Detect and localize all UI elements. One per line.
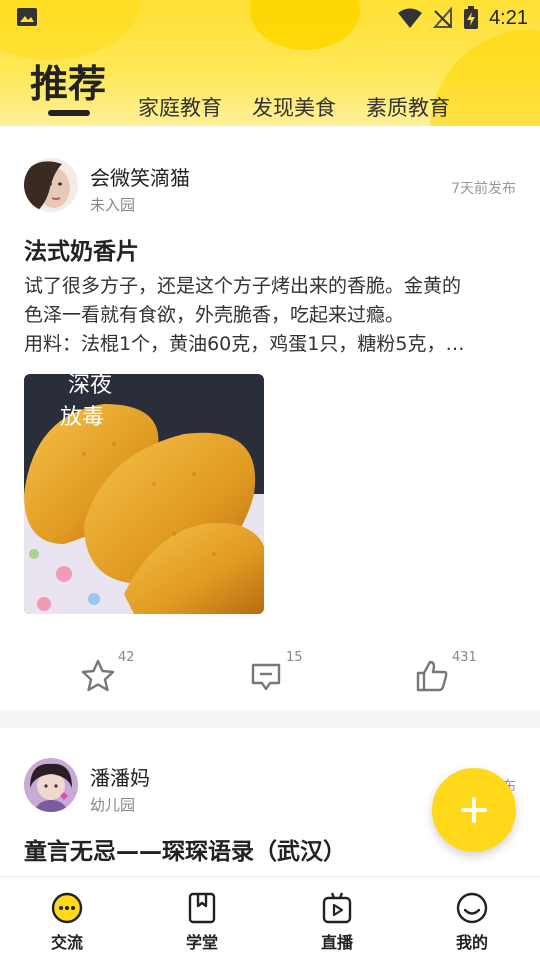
post-body-line: 用料：法棍1个，黄油60克，鸡蛋1只，糖粉5克，… <box>24 333 465 355</box>
like-count: 431 <box>452 650 477 665</box>
add-post-button[interactable] <box>432 768 516 852</box>
star-icon <box>81 659 115 692</box>
status-bar: 4:21 <box>0 0 540 36</box>
author-subtitle: 幼儿园 <box>90 796 136 814</box>
post-body-line: 试了很多方子，还是这个方子烤出来的香脆。金黄的 <box>24 275 462 297</box>
author-name[interactable]: 会微笑滴猫 <box>90 162 190 191</box>
thumbs-up-icon <box>416 660 448 692</box>
post-photo[interactable]: 深夜 放毒 <box>24 374 264 614</box>
author-subtitle: 未入园 <box>90 196 136 214</box>
tab-recommend[interactable]: 推荐 <box>30 56 106 108</box>
nav-item-live[interactable]: 直播 <box>297 891 377 957</box>
tab-quality-education[interactable]: 素质教育 <box>366 70 450 122</box>
avatar[interactable] <box>24 158 78 212</box>
category-tabs: 推荐 家庭教育 发现美食 素质教育 <box>0 56 540 120</box>
tab-discover-food[interactable]: 发现美食 <box>252 70 336 122</box>
book-icon <box>188 892 216 924</box>
status-time: 4:21 <box>489 6 528 29</box>
gallery-notification-icon <box>17 8 37 26</box>
nav-item-school[interactable]: 学堂 <box>162 891 242 957</box>
nav-label: 直播 <box>320 933 353 952</box>
wifi-icon <box>398 8 423 28</box>
post-actions: 42 15 431 <box>0 646 540 706</box>
battery-charging-icon <box>464 6 479 29</box>
live-tv-icon <box>322 892 352 924</box>
comment-count: 15 <box>286 650 303 665</box>
author-name[interactable]: 潘潘妈 <box>90 762 150 791</box>
no-signal-icon <box>433 7 453 28</box>
post-date: 7天前发布 <box>451 181 516 197</box>
post-body[interactable]: 试了很多方子，还是这个方子烤出来的香脆。金黄的 色泽一看就有食欲，外壳脆香，吃起… <box>24 272 516 359</box>
comment-button[interactable]: 15 <box>248 650 308 700</box>
avatar[interactable] <box>24 758 78 812</box>
nav-item-chat[interactable]: 交流 <box>27 891 107 957</box>
nav-item-mine[interactable]: 我的 <box>432 891 512 957</box>
post-body-line: 色泽一看就有食欲，外壳脆香，吃起来过瘾。 <box>24 304 405 326</box>
favorite-button[interactable]: 42 <box>80 650 140 700</box>
post-title[interactable]: 法式奶香片 <box>24 232 139 266</box>
photo-watermark: 深夜 <box>68 374 112 398</box>
active-tab-indicator <box>48 110 90 116</box>
header: 4:21 推荐 家庭教育 发现美食 素质教育 <box>0 0 540 126</box>
photo-watermark: 放毒 <box>60 405 104 430</box>
tab-family-education[interactable]: 家庭教育 <box>138 70 222 122</box>
favorite-count: 42 <box>118 650 135 665</box>
post-card[interactable]: 会微笑滴猫 未入园 7天前发布 法式奶香片 试了很多方子，还是这个方子烤出来的香… <box>0 126 540 710</box>
bottom-nav: 交流 学堂 直播 我的 <box>0 876 540 960</box>
nav-label: 我的 <box>455 933 488 952</box>
comment-icon <box>251 663 281 691</box>
nav-label: 学堂 <box>185 933 218 952</box>
smile-icon <box>456 892 488 924</box>
nav-label: 交流 <box>50 933 83 952</box>
post-title[interactable]: 童言无忌——琛琛语录（武汉） <box>24 832 346 866</box>
chat-icon <box>51 892 83 924</box>
like-button[interactable]: 431 <box>414 650 477 700</box>
